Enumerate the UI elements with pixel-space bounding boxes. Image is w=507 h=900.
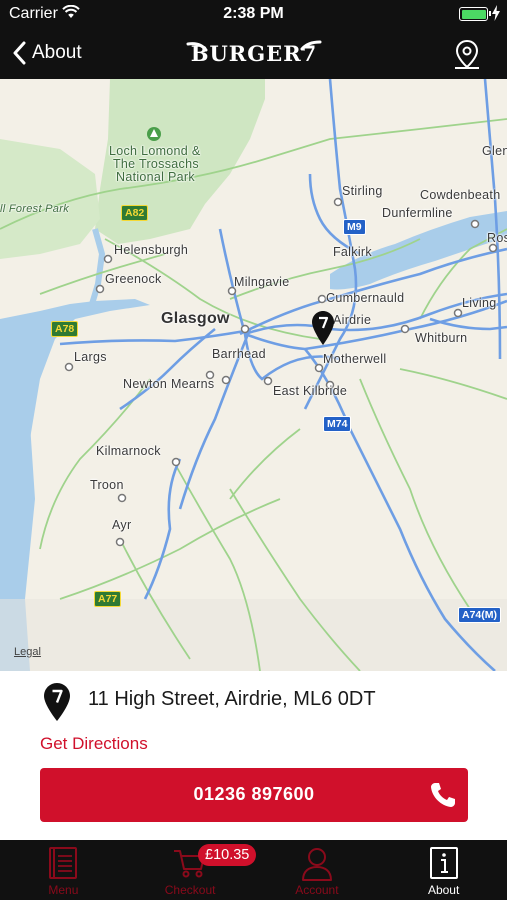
back-label: About: [32, 42, 82, 63]
road-shield-m9: M9: [343, 219, 366, 235]
map-label-troon: Troon: [90, 478, 124, 492]
call-store-button[interactable]: 01236 897600: [40, 768, 468, 822]
map-label-airdrie: Airdrie: [333, 313, 372, 327]
back-button[interactable]: About: [12, 38, 82, 68]
get-directions-link[interactable]: Get Directions: [40, 734, 148, 754]
battery-icon: [459, 7, 491, 21]
store-map[interactable]: Loch Lomond & The Trossachs National Par…: [0, 79, 507, 671]
store-address: 11 High Street, Airdrie, ML6 0DT: [88, 688, 376, 710]
phone-icon: [431, 783, 455, 807]
map-label-cowdenbeath: Cowdenbeath: [420, 188, 501, 202]
map-label-ayr: Ayr: [112, 518, 132, 532]
map-location-icon[interactable]: [450, 37, 484, 71]
charging-icon: [492, 5, 500, 21]
store-location-icon: [44, 683, 70, 721]
map-label-kilmarnock: Kilmarnock: [96, 444, 161, 458]
map-label-national-park: National Park: [116, 170, 195, 184]
map-legal-link[interactable]: Legal: [14, 646, 41, 658]
tab-account[interactable]: Account: [254, 840, 381, 900]
road-shield-a78: A78: [51, 321, 79, 337]
map-label-milngavie: Milngavie: [234, 275, 290, 289]
status-bar: Carrier 2:38 PM: [0, 0, 507, 28]
cart-total-badge: £10.35: [198, 844, 257, 866]
chevron-left-icon: [13, 41, 26, 65]
svg-text:BURGER7: BURGER7: [191, 41, 318, 66]
store-map-pin-icon[interactable]: [312, 311, 334, 345]
navigation-bar: About BURGER7: [0, 28, 507, 79]
map-label-motherwell: Motherwell: [323, 352, 387, 366]
tab-account-label: Account: [295, 883, 339, 897]
map-label-cumbernauld: Cumbernauld: [326, 291, 405, 305]
tab-menu-label: Menu: [48, 883, 79, 897]
map-label-glasgow: Glasgow: [161, 310, 230, 327]
map-label-largs: Largs: [74, 350, 107, 364]
map-label-whitburn: Whitburn: [415, 331, 468, 345]
map-label-falkirk: Falkirk: [333, 245, 372, 259]
tab-about[interactable]: About: [380, 840, 507, 900]
tab-checkout-label: Checkout: [164, 883, 216, 897]
map-label-greenock: Greenock: [105, 272, 162, 286]
map-background: [0, 79, 507, 671]
map-label-living: Living: [462, 296, 497, 310]
map-label-forest-park: ll Forest Park: [0, 203, 69, 215]
road-shield-a77: A77: [94, 591, 122, 607]
menu-book-icon: [49, 847, 78, 879]
map-label-dunfermline: Dunfermline: [382, 206, 453, 220]
map-label-ros: Ros: [487, 231, 507, 245]
road-shield-a74m: A74(M): [458, 607, 502, 623]
tab-menu[interactable]: Menu: [0, 840, 127, 900]
map-label-newton-mearns: Newton Mearns: [123, 377, 215, 391]
store-phone-number: 01236 897600: [193, 784, 315, 804]
map-label-stirling: Stirling: [342, 184, 383, 198]
road-shield-a82: A82: [121, 205, 149, 221]
tab-about-label: About: [427, 883, 460, 897]
user-account-icon: [301, 848, 332, 881]
map-label-glen: Glen: [482, 144, 507, 158]
store-info-card: 11 High Street, Airdrie, ML6 0DT Get Dir…: [0, 671, 507, 840]
map-label-east-kilbride: East Kilbride: [273, 384, 348, 398]
info-icon: [429, 847, 458, 879]
burger7-logo: BURGER7: [186, 40, 322, 66]
park-icon: [147, 127, 161, 141]
map-label-barrhead: Barrhead: [212, 347, 266, 361]
map-label-helensburgh: Helensburgh: [114, 243, 189, 257]
road-shield-m74: M74: [323, 416, 352, 432]
status-time: 2:38 PM: [223, 5, 284, 22]
